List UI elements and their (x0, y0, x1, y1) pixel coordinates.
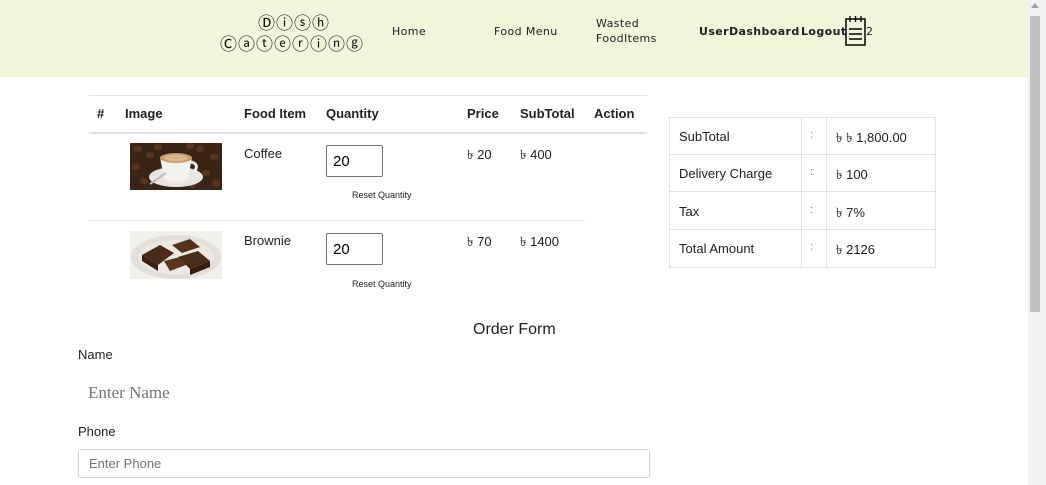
nav-user-dashboard-link[interactable]: UserDashboard (699, 25, 800, 38)
brand-logo[interactable]: Ⓓⓘⓢⓗ Ⓒⓐⓣⓔⓡⓘⓝⓖ (216, 14, 368, 56)
col-header-quantity: Quantity (326, 106, 379, 121)
order-summary-table: SubTotal : ৳ ৳ 1,800.00 Delivery Charge … (669, 117, 936, 268)
col-header-price: Price (467, 106, 499, 121)
summary-row-delivery: Delivery Charge : ৳ 100 (670, 155, 935, 192)
item-price: ৳ 70 (467, 234, 492, 249)
nav-wasted-line-2: FoodItems (596, 32, 657, 45)
quantity-input[interactable] (326, 233, 383, 265)
col-header-subtotal: SubTotal (520, 106, 575, 121)
summary-separator: : (810, 129, 814, 141)
summary-separator: : (810, 204, 814, 216)
food-item-name: Coffee (244, 146, 283, 161)
row-divider (89, 220, 585, 221)
name-label: Name (78, 347, 113, 362)
summary-label: Delivery Charge (679, 166, 773, 181)
summary-label: SubTotal (679, 129, 730, 144)
summary-separator: : (810, 241, 814, 253)
reset-quantity-link[interactable]: Reset Quantity (352, 190, 412, 200)
nav-wasted-line-1: Wasted (596, 17, 640, 30)
item-subtotal: ৳ 1400 (520, 234, 560, 249)
nav-logout-link[interactable]: Logout (801, 25, 847, 38)
summary-label: Tax (679, 204, 700, 219)
summary-row-total: Total Amount : ৳ 2126 (670, 230, 935, 267)
col-header-image: Image (125, 106, 163, 121)
summary-value: ৳ 100 (836, 167, 868, 182)
summary-value: ৳ 2126 (836, 242, 876, 257)
table-header-border (89, 132, 647, 134)
coffee-image (130, 143, 222, 190)
nav-home-link[interactable]: Home (392, 25, 426, 38)
brand-line-2: Ⓒⓐⓣⓔⓡⓘⓝⓖ (220, 35, 364, 55)
phone-input[interactable] (78, 449, 650, 478)
quantity-input[interactable] (326, 145, 383, 177)
scroll-up-arrow-icon[interactable] (1031, 3, 1039, 8)
item-price: ৳ 20 (467, 147, 492, 162)
nav-wasted-food-link[interactable]: Wasted FoodItems (596, 16, 658, 46)
summary-row-tax: Tax : ৳ 7% (670, 193, 935, 230)
scrollbar-thumb[interactable] (1030, 16, 1040, 312)
phone-label: Phone (78, 424, 116, 439)
summary-label: Total Amount (679, 241, 755, 256)
food-item-name: Brownie (244, 233, 291, 248)
cart-count-badge: 2 (866, 25, 873, 38)
summary-value: ৳ ৳ 1,800.00 (836, 130, 907, 145)
reset-quantity-link[interactable]: Reset Quantity (352, 279, 412, 289)
order-form-title: Order Form (473, 321, 556, 338)
brownie-image (130, 231, 222, 279)
item-subtotal: ৳ 400 (520, 147, 552, 162)
col-header-action: Action (594, 106, 635, 121)
col-header-number: # (97, 106, 105, 121)
page-scrollbar[interactable] (1028, 0, 1046, 485)
navbar: Ⓓⓘⓢⓗ Ⓒⓐⓣⓔⓡⓘⓝⓖ Home Food Menu Wasted Food… (0, 0, 1028, 77)
summary-separator: : (810, 166, 814, 178)
summary-value: ৳ 7% (836, 205, 865, 220)
table-top-border (89, 95, 647, 96)
brand-line-1: Ⓓⓘⓢⓗ (258, 14, 330, 34)
name-input[interactable] (78, 376, 478, 410)
page: Ⓓⓘⓢⓗ Ⓒⓐⓣⓔⓡⓘⓝⓖ Home Food Menu Wasted Food… (0, 0, 1046, 485)
col-header-food-item: Food Item (244, 106, 307, 121)
nav-food-menu-link[interactable]: Food Menu (494, 25, 558, 38)
summary-row-subtotal: SubTotal : ৳ ৳ 1,800.00 (670, 118, 935, 155)
